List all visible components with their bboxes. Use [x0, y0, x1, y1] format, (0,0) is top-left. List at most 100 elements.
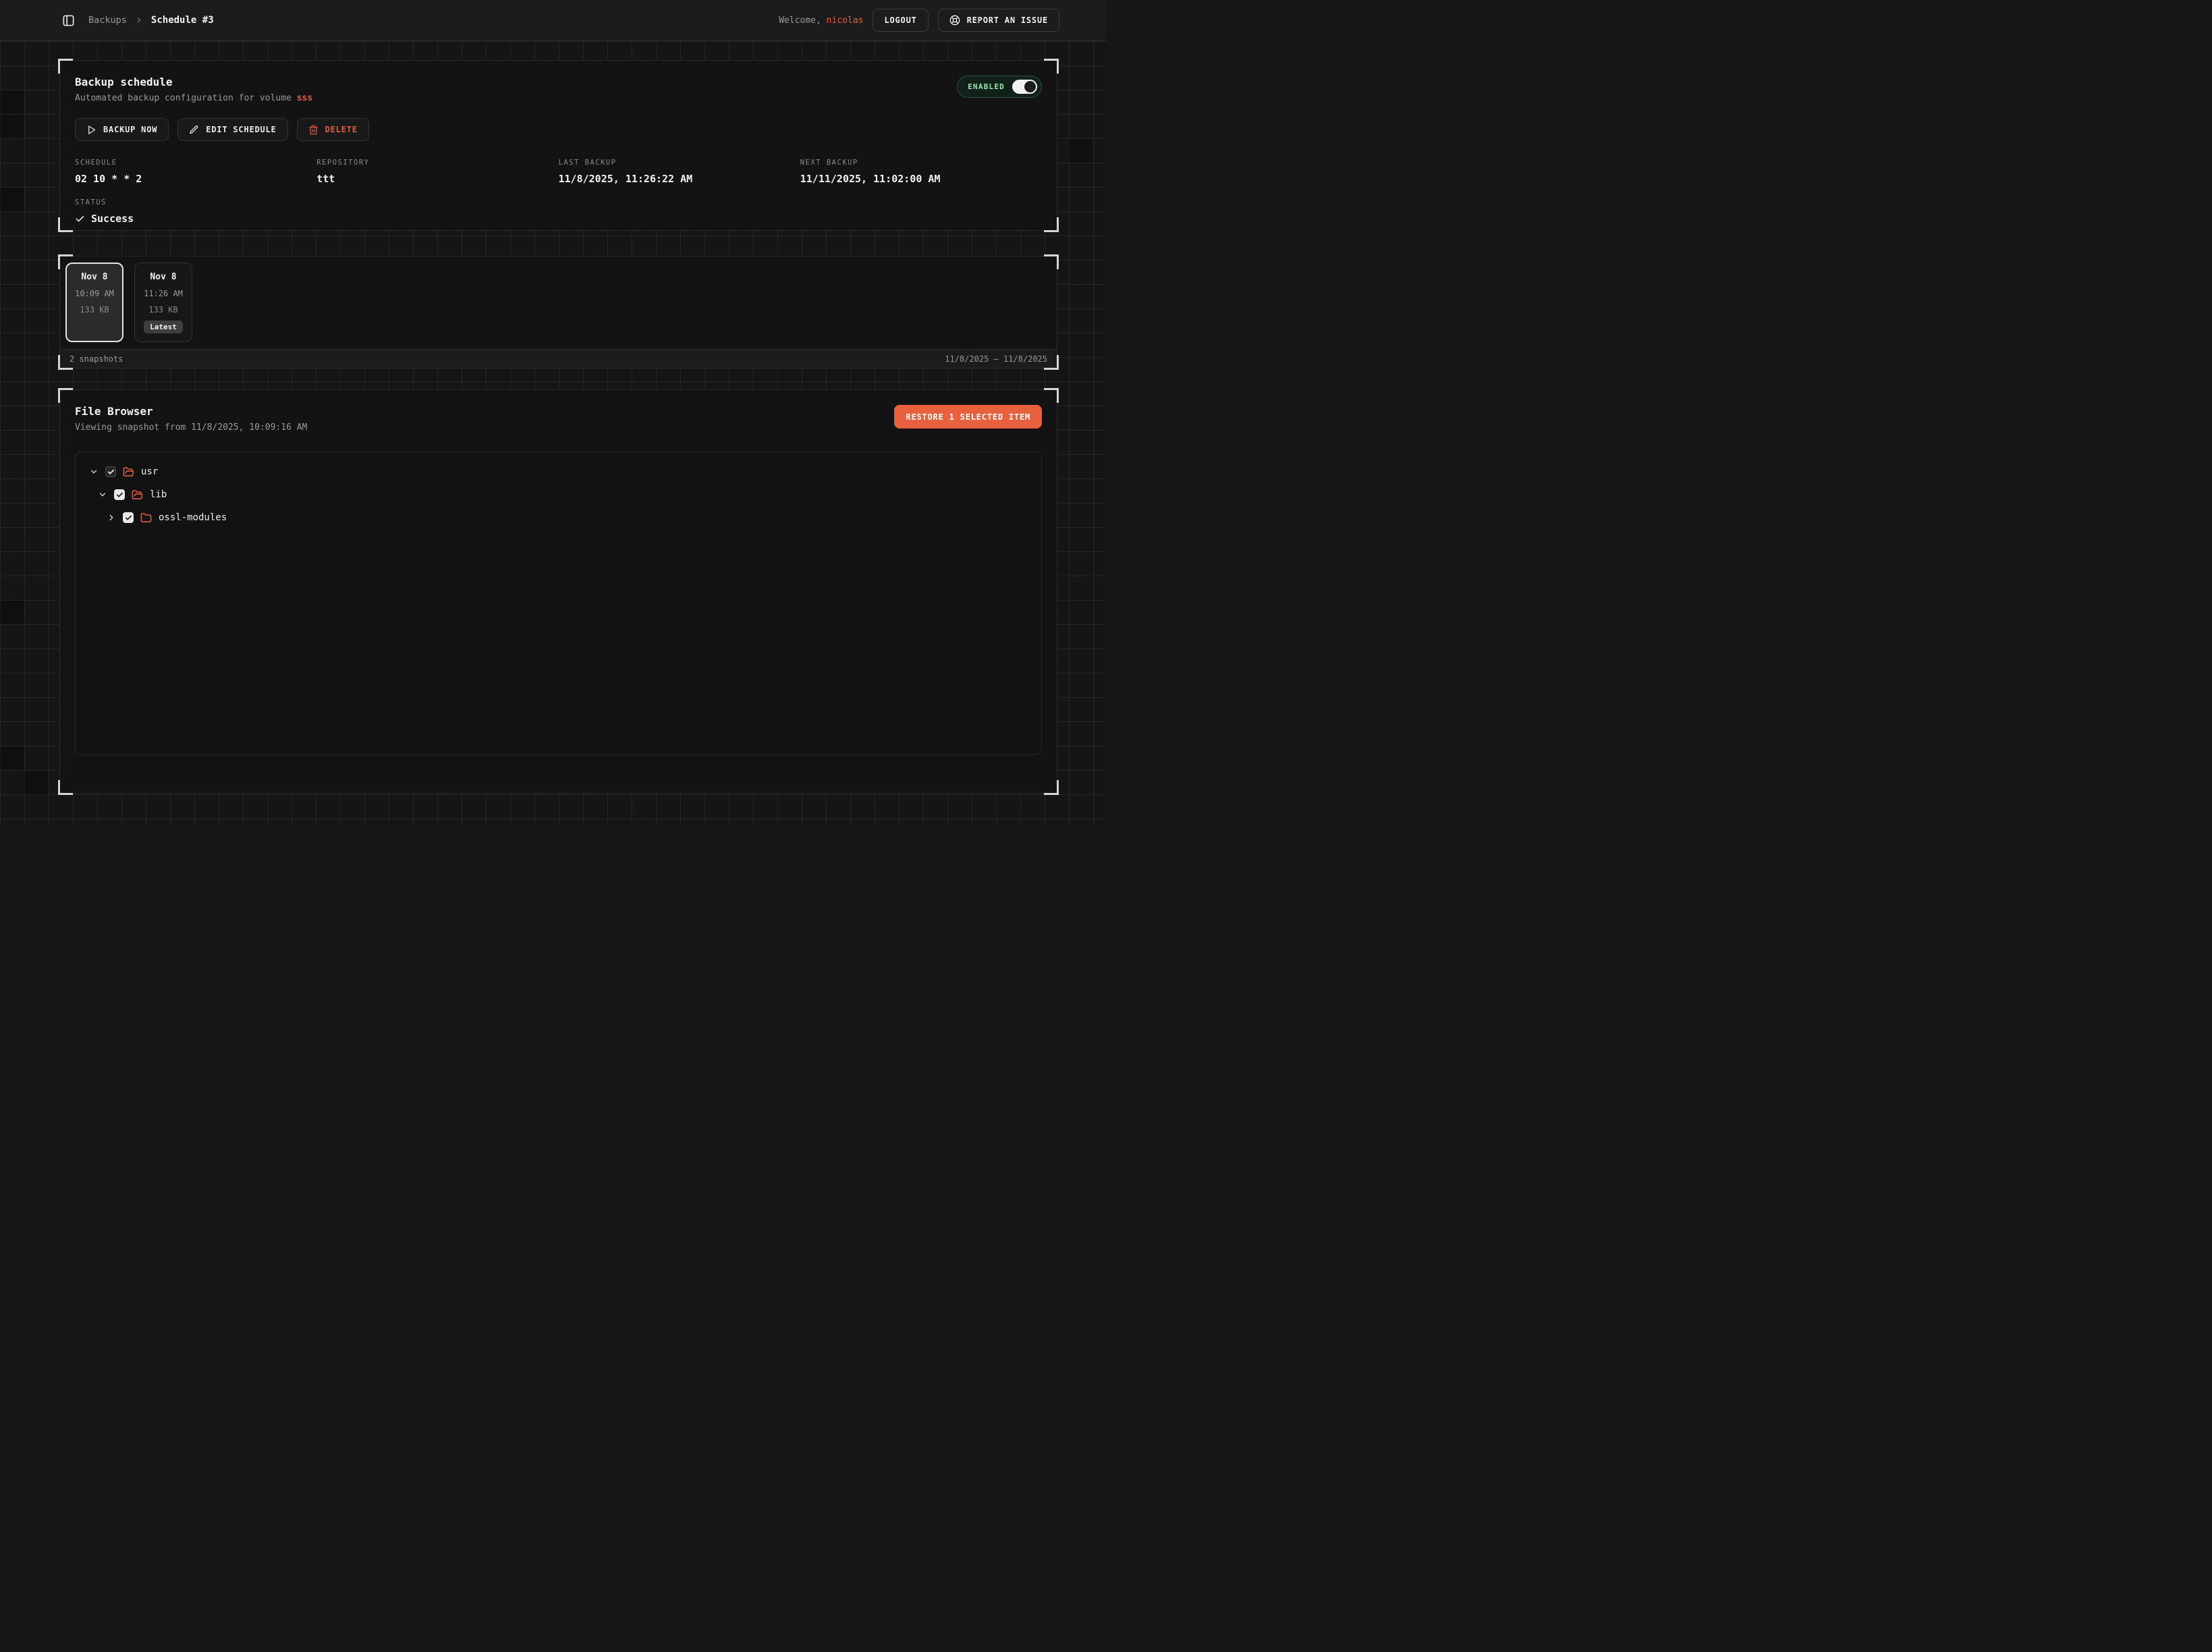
grid-shade: [0, 746, 24, 770]
pencil-icon: [189, 125, 199, 135]
corner-bracket: [1044, 217, 1059, 232]
enabled-toggle[interactable]: [1012, 80, 1037, 94]
checkbox-checked[interactable]: [123, 512, 134, 523]
subtitle-prefix: Automated backup configuration for volum…: [75, 93, 297, 103]
enabled-toggle-pill[interactable]: ENABLED: [957, 76, 1042, 98]
snapshot-count: 2 snapshots: [70, 354, 123, 364]
status-text: Success: [91, 213, 134, 225]
trash-icon: [308, 125, 319, 135]
file-tree: usr lib ossl-modules: [75, 451, 1042, 755]
tree-item-name: ossl-modules: [159, 512, 227, 523]
panel-left-icon: [62, 14, 75, 27]
volume-name: sss: [297, 93, 312, 103]
schedule-fields: SCHEDULE 02 10 * * 2 REPOSITORY ttt LAST…: [75, 159, 1042, 185]
enabled-label: ENABLED: [968, 82, 1005, 91]
tree-row-usr[interactable]: usr: [82, 460, 1034, 483]
delete-button[interactable]: DELETE: [297, 118, 369, 141]
play-icon: [86, 125, 96, 135]
welcome-text: Welcome, nicolas: [779, 16, 863, 26]
corner-bracket: [58, 217, 73, 232]
field-status: STATUS Success: [75, 198, 1042, 225]
snapshot-card[interactable]: Nov 8 11:26 AM 133 KB Latest: [134, 263, 192, 342]
snapshot-size: 133 KB: [67, 305, 122, 314]
restore-label: RESTORE 1 SELECTED ITEM: [906, 412, 1030, 422]
field-value: ttt: [316, 173, 558, 185]
panel-subtitle: Automated backup configuration for volum…: [75, 93, 312, 103]
check-icon: [75, 214, 85, 224]
tree-item-name: lib: [150, 489, 167, 500]
edit-schedule-label: EDIT SCHEDULE: [206, 125, 276, 134]
field-label: REPOSITORY: [316, 159, 558, 167]
field-label: SCHEDULE: [75, 159, 316, 167]
folder-open-icon: [132, 489, 143, 501]
grid-shade: [0, 90, 24, 114]
grid-shade: [1069, 139, 1093, 163]
breadcrumb-current: Schedule #3: [151, 15, 214, 26]
tree-row-ossl-modules[interactable]: ossl-modules: [82, 506, 1034, 529]
schedule-actions: BACKUP NOW EDIT SCHEDULE DELETE: [75, 118, 1042, 141]
field-next-backup: NEXT BACKUP 11/11/2025, 11:02:00 AM: [800, 159, 1042, 185]
field-label: LAST BACKUP: [559, 159, 800, 167]
grid-shade: [0, 601, 24, 624]
grid-shade: [24, 771, 48, 794]
field-repository: REPOSITORY ttt: [316, 159, 558, 185]
corner-bracket: [1044, 388, 1059, 403]
restore-button[interactable]: RESTORE 1 SELECTED ITEM: [894, 405, 1042, 429]
chevron-down-icon[interactable]: [98, 490, 107, 499]
snapshot-size: 133 KB: [135, 305, 192, 314]
backup-now-label: BACKUP NOW: [103, 125, 157, 134]
panel-subtitle: Viewing snapshot from 11/8/2025, 10:09:1…: [75, 422, 307, 433]
checkbox-checked[interactable]: [105, 466, 116, 477]
report-issue-label: REPORT AN ISSUE: [967, 16, 1048, 25]
chevron-right-icon: [135, 16, 143, 24]
snapshots-footer: 2 snapshots 11/8/2025 – 11/8/2025: [60, 349, 1057, 368]
snapshot-card-selected[interactable]: Nov 8 10:09 AM 133 KB: [65, 263, 123, 342]
snapshot-time: 11:26 AM: [135, 289, 192, 298]
snapshot-date-range: 11/8/2025 – 11/8/2025: [945, 354, 1047, 364]
edit-schedule-button[interactable]: EDIT SCHEDULE: [177, 118, 287, 141]
topbar-right: Welcome, nicolas LOGOUT REPORT AN ISSUE: [779, 9, 1059, 32]
snapshot-date: Nov 8: [135, 272, 192, 282]
folder-icon: [140, 512, 152, 524]
checkbox-checked[interactable]: [114, 489, 125, 500]
file-browser-panel: File Browser Viewing snapshot from 11/8/…: [59, 389, 1057, 794]
username: nicolas: [827, 16, 864, 26]
snapshot-date: Nov 8: [67, 272, 122, 282]
latest-badge: Latest: [144, 321, 183, 333]
folder-open-icon: [123, 466, 134, 478]
corner-bracket: [58, 388, 73, 403]
topbar: Backups Schedule #3 Welcome, nicolas LOG…: [0, 0, 1106, 40]
corner-bracket: [1044, 780, 1059, 795]
breadcrumb-backups[interactable]: Backups: [88, 15, 127, 26]
snapshot-list: Nov 8 10:09 AM 133 KB Nov 8 11:26 AM 133…: [60, 256, 1057, 348]
field-label: STATUS: [75, 198, 1042, 206]
snapshots-panel: Nov 8 10:09 AM 133 KB Nov 8 11:26 AM 133…: [59, 256, 1057, 368]
field-schedule: SCHEDULE 02 10 * * 2: [75, 159, 316, 185]
panel-title: File Browser: [75, 405, 307, 418]
grid-shade: [0, 115, 24, 138]
field-value: 11/8/2025, 11:26:22 AM: [559, 173, 800, 185]
life-buoy-icon: [949, 15, 960, 26]
corner-bracket: [58, 59, 73, 74]
field-value: 02 10 * * 2: [75, 173, 316, 185]
field-label: NEXT BACKUP: [800, 159, 1042, 167]
tree-row-lib[interactable]: lib: [82, 483, 1034, 506]
chevron-right-icon[interactable]: [107, 513, 116, 522]
sidebar-toggle-button[interactable]: [59, 11, 78, 30]
snapshot-time: 10:09 AM: [67, 289, 122, 298]
grid-shade: [0, 188, 24, 211]
logout-label: LOGOUT: [884, 16, 916, 25]
toggle-knob: [1024, 81, 1036, 92]
logout-button[interactable]: LOGOUT: [873, 9, 928, 32]
chevron-down-icon[interactable]: [89, 467, 99, 476]
breadcrumb: Backups Schedule #3: [88, 15, 214, 26]
backup-schedule-panel: Backup schedule Automated backup configu…: [59, 60, 1057, 231]
status-value: Success: [75, 213, 1042, 225]
field-last-backup: LAST BACKUP 11/8/2025, 11:26:22 AM: [559, 159, 800, 185]
tree-item-name: usr: [141, 466, 158, 477]
welcome-prefix: Welcome,: [779, 16, 826, 26]
panel-title: Backup schedule: [75, 76, 312, 88]
report-issue-button[interactable]: REPORT AN ISSUE: [938, 9, 1059, 32]
backup-now-button[interactable]: BACKUP NOW: [75, 118, 169, 141]
corner-bracket: [58, 780, 73, 795]
